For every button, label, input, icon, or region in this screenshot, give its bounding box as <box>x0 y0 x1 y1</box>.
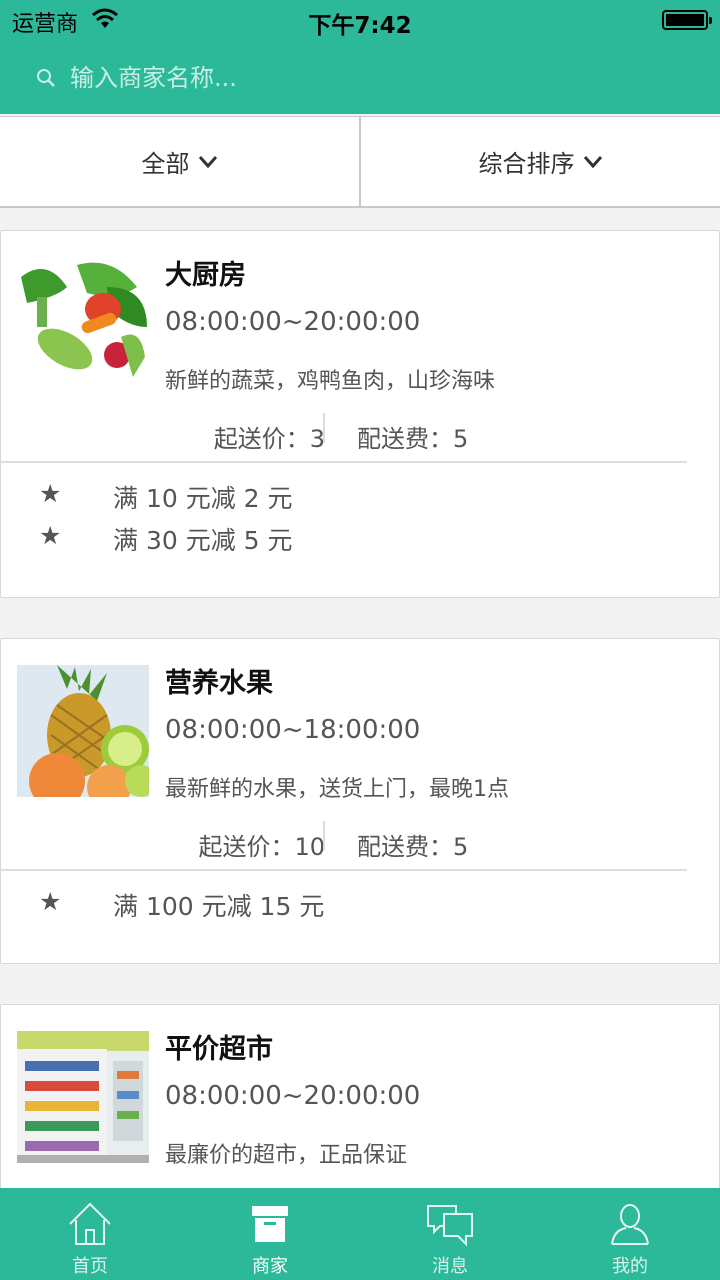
filter-bar: 全部 综合排序 <box>0 116 720 208</box>
battery-icon <box>662 10 712 30</box>
promo-item: ★ 满 100 元减 15 元 <box>1 883 719 925</box>
tab-label: 商家 <box>252 1256 288 1277</box>
home-icon <box>69 1202 111 1245</box>
merchant-description: 新鲜的蔬菜，鸡鸭鱼肉，山珍海味 <box>165 369 496 394</box>
promo-list: ★ 满 10 元减 2 元 ★ 满 30 元减 5 元 <box>1 475 719 559</box>
merchant-card[interactable]: 平价超市 08:00:00~20:00:00 最廉价的超市，正品保证 <box>0 1004 720 1204</box>
delivery-fee: 配送费：5 <box>357 425 469 453</box>
merchant-name: 大厨房 <box>165 260 246 291</box>
tab-label: 首页 <box>72 1256 108 1277</box>
chevron-down-icon <box>583 155 602 168</box>
tab-label: 消息 <box>432 1256 468 1277</box>
top-bar: 运营商 下午7:42 <box>0 0 720 114</box>
fee-separator <box>323 821 325 851</box>
message-icon <box>427 1205 473 1247</box>
store-icon <box>252 1206 288 1242</box>
merchant-fees: 起送价：10 配送费：5 <box>1 819 719 863</box>
category-filter[interactable]: 全部 <box>0 117 359 206</box>
min-order-price: 起送价：10 <box>198 833 325 861</box>
merchant-fees: 起送价：3 配送费：5 <box>1 411 719 455</box>
search-input[interactable] <box>70 58 690 98</box>
merchant-name: 营养水果 <box>165 668 273 699</box>
promo-text: 满 30 元减 5 元 <box>113 526 293 555</box>
promo-text: 满 10 元减 2 元 <box>113 484 293 513</box>
delivery-fee: 配送费：5 <box>357 833 469 861</box>
card-divider <box>1 461 687 463</box>
promo-item: ★ 满 10 元减 2 元 <box>1 475 719 517</box>
fee-separator <box>323 413 325 443</box>
min-order-price: 起送价：3 <box>213 425 325 453</box>
merchant-card[interactable]: 营养水果 08:00:00~18:00:00 最新鲜的水果，送货上门，最晚1点 … <box>0 638 720 964</box>
clock: 下午7:42 <box>308 13 412 39</box>
tab-messages[interactable]: 消息 <box>360 1188 540 1280</box>
search-bar[interactable] <box>0 52 720 106</box>
merchant-name: 平价超市 <box>165 1034 273 1065</box>
chevron-down-icon <box>198 155 217 168</box>
merchant-image-fruit <box>17 665 149 797</box>
merchant-image-vegetables <box>17 257 149 389</box>
merchant-description: 最廉价的超市，正品保证 <box>165 1143 408 1168</box>
search-icon <box>37 69 55 87</box>
promo-list: ★ 满 100 元减 15 元 <box>1 883 719 925</box>
tab-profile[interactable]: 我的 <box>540 1188 720 1280</box>
sort-filter-label: 综合排序 <box>478 150 575 178</box>
tab-merchants[interactable]: 商家 <box>180 1188 360 1280</box>
merchant-hours: 08:00:00~20:00:00 <box>165 1081 421 1111</box>
promo-item: ★ 满 30 元减 5 元 <box>1 517 719 559</box>
merchant-hours: 08:00:00~20:00:00 <box>165 307 421 337</box>
merchant-hours: 08:00:00~18:00:00 <box>165 715 421 745</box>
category-filter-label: 全部 <box>141 150 190 178</box>
merchant-description: 最新鲜的水果，送货上门，最晚1点 <box>165 777 509 802</box>
bottom-tab-bar: 首页 商家 消息 我的 <box>0 1188 720 1280</box>
tab-home[interactable]: 首页 <box>0 1188 180 1280</box>
status-bar: 运营商 下午7:42 <box>0 0 720 40</box>
sort-filter[interactable]: 综合排序 <box>359 117 720 206</box>
promo-text: 满 100 元减 15 元 <box>113 892 325 921</box>
merchant-card[interactable]: 大厨房 08:00:00~20:00:00 新鲜的蔬菜，鸡鸭鱼肉，山珍海味 起送… <box>0 230 720 598</box>
star-icon: ★ <box>39 521 62 550</box>
star-icon: ★ <box>39 887 62 916</box>
tab-label: 我的 <box>612 1256 648 1277</box>
user-icon <box>611 1204 649 1245</box>
star-icon: ★ <box>39 479 62 508</box>
merchant-image-supermarket <box>17 1031 149 1163</box>
card-divider <box>1 869 687 871</box>
